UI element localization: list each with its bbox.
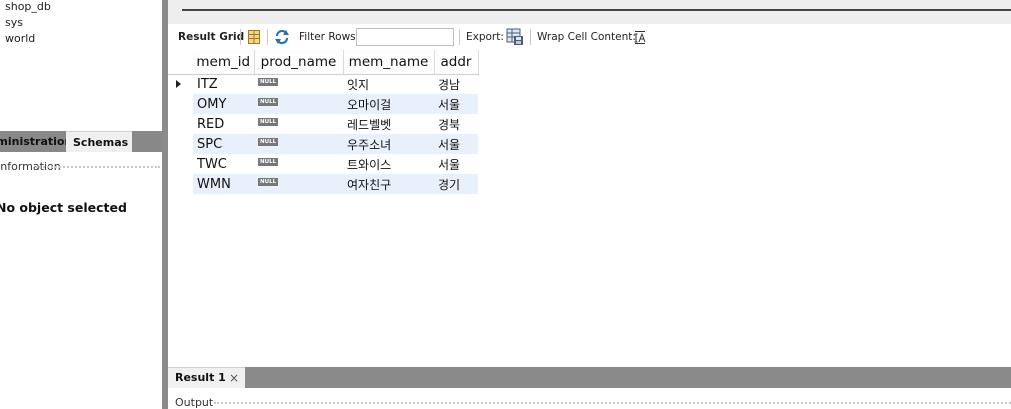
cell-mem-name[interactable]: 잇지 xyxy=(343,74,434,94)
cell-mem-name[interactable]: 레드벨벳 xyxy=(343,114,434,134)
tab-schemas[interactable]: Schemas xyxy=(66,131,132,152)
grid-icon[interactable] xyxy=(248,30,260,44)
results-area: Result Grid Filter Rows: Export: Wrap Ce… xyxy=(168,0,1011,409)
cell-mem-name[interactable]: 트와이스 xyxy=(343,154,434,174)
column-header-prod-name[interactable]: prod_name xyxy=(254,50,344,75)
cell-addr[interactable]: 경남 xyxy=(434,74,478,94)
row-selector[interactable] xyxy=(168,134,193,154)
row-selector[interactable] xyxy=(168,114,193,134)
no-object-selected-text: No object selected xyxy=(0,200,127,215)
wrap-text-icon[interactable] xyxy=(634,30,646,44)
row-selector-header xyxy=(168,50,193,75)
result-grid-button[interactable]: Result Grid xyxy=(178,25,244,49)
result-tabs-bar: Result 1 × xyxy=(168,367,1011,388)
result-grid: mem_id prod_name mem_name addr ITZ NULL … xyxy=(168,50,479,194)
table-row[interactable]: SPC NULL 우주소녀 서울 xyxy=(168,134,478,154)
header-divider xyxy=(214,402,1011,404)
column-header-mem-id[interactable]: mem_id xyxy=(193,50,255,75)
column-header-mem-name[interactable]: mem_name xyxy=(343,50,435,75)
result-toolbar: Result Grid Filter Rows: Export: Wrap Ce… xyxy=(168,25,1011,49)
cell-mem-id[interactable]: ITZ xyxy=(193,74,254,94)
header-divider xyxy=(36,166,160,168)
editor-scroll-region xyxy=(168,0,1011,24)
navigator-tabs: Administration Schemas xyxy=(0,131,162,152)
tab-administration[interactable]: Administration xyxy=(0,131,72,152)
output-panel-header: Output xyxy=(168,392,1011,409)
result-tab-label: Result 1 xyxy=(175,371,226,384)
null-badge: NULL xyxy=(258,97,279,106)
table-row[interactable]: OMY NULL 오마이걸 서울 xyxy=(168,94,478,114)
export-icon[interactable] xyxy=(506,28,524,46)
cell-addr[interactable]: 서울 xyxy=(434,134,478,154)
toolbar-separator xyxy=(267,29,268,45)
horizontal-scrollbar[interactable] xyxy=(182,9,1011,11)
table-row[interactable]: ITZ NULL 잇지 경남 xyxy=(168,74,478,94)
cell-prod-name[interactable]: NULL xyxy=(254,134,343,154)
refresh-icon[interactable] xyxy=(274,29,290,45)
null-badge: NULL xyxy=(258,137,279,146)
cell-mem-name[interactable]: 오마이걸 xyxy=(343,94,434,114)
row-selector[interactable] xyxy=(168,94,193,114)
wrap-cell-content-label: Wrap Cell Content: xyxy=(537,31,636,43)
cell-addr[interactable]: 서울 xyxy=(434,94,478,114)
filter-rows-input[interactable] xyxy=(356,28,454,46)
filter-rows-label: Filter Rows: xyxy=(299,31,360,43)
cell-mem-id[interactable]: WMN xyxy=(193,174,254,194)
information-header: Information xyxy=(0,158,162,174)
cell-addr[interactable]: 경북 xyxy=(434,114,478,134)
row-selector[interactable] xyxy=(168,154,193,174)
toolbar-separator xyxy=(240,29,241,45)
null-badge: NULL xyxy=(258,77,279,86)
null-badge: NULL xyxy=(258,157,279,166)
grid-header-row: mem_id prod_name mem_name addr xyxy=(168,50,479,75)
current-row-arrow-icon xyxy=(176,80,181,89)
toolbar-separator xyxy=(530,29,531,45)
navigator-panel: shop_db sys world Administration Schemas… xyxy=(0,0,162,409)
row-selector[interactable] xyxy=(168,74,193,94)
cell-prod-name[interactable]: NULL xyxy=(254,74,343,94)
cell-prod-name[interactable]: NULL xyxy=(254,154,343,174)
cell-prod-name[interactable]: NULL xyxy=(254,94,343,114)
cell-mem-id[interactable]: RED xyxy=(193,114,254,134)
schema-item-world[interactable]: world xyxy=(5,32,35,45)
null-badge: NULL xyxy=(258,177,279,186)
cell-addr[interactable]: 서울 xyxy=(434,154,478,174)
schema-item-shop-db[interactable]: shop_db xyxy=(5,0,51,13)
cell-addr[interactable]: 경기 xyxy=(434,174,478,194)
cell-mem-id[interactable]: TWC xyxy=(193,154,254,174)
cell-mem-id[interactable]: OMY xyxy=(193,94,254,114)
cell-mem-name[interactable]: 여자친구 xyxy=(343,174,434,194)
row-selector[interactable] xyxy=(168,174,193,194)
table-row[interactable]: RED NULL 레드벨벳 경북 xyxy=(168,114,478,134)
column-header-addr[interactable]: addr xyxy=(434,50,479,75)
cell-prod-name[interactable]: NULL xyxy=(254,174,343,194)
cell-prod-name[interactable]: NULL xyxy=(254,114,343,134)
table-row[interactable]: WMN NULL 여자친구 경기 xyxy=(168,174,478,194)
table-row[interactable]: TWC NULL 트와이스 서울 xyxy=(168,154,478,174)
null-badge: NULL xyxy=(258,117,279,126)
tab-result-1[interactable]: Result 1 × xyxy=(168,367,245,388)
cell-mem-name[interactable]: 우주소녀 xyxy=(343,134,434,154)
schema-item-sys[interactable]: sys xyxy=(5,16,23,29)
output-label: Output xyxy=(175,396,214,409)
cell-mem-id[interactable]: SPC xyxy=(193,134,254,154)
export-label: Export: xyxy=(466,31,504,43)
close-icon[interactable]: × xyxy=(229,371,239,385)
toolbar-separator xyxy=(459,29,460,45)
